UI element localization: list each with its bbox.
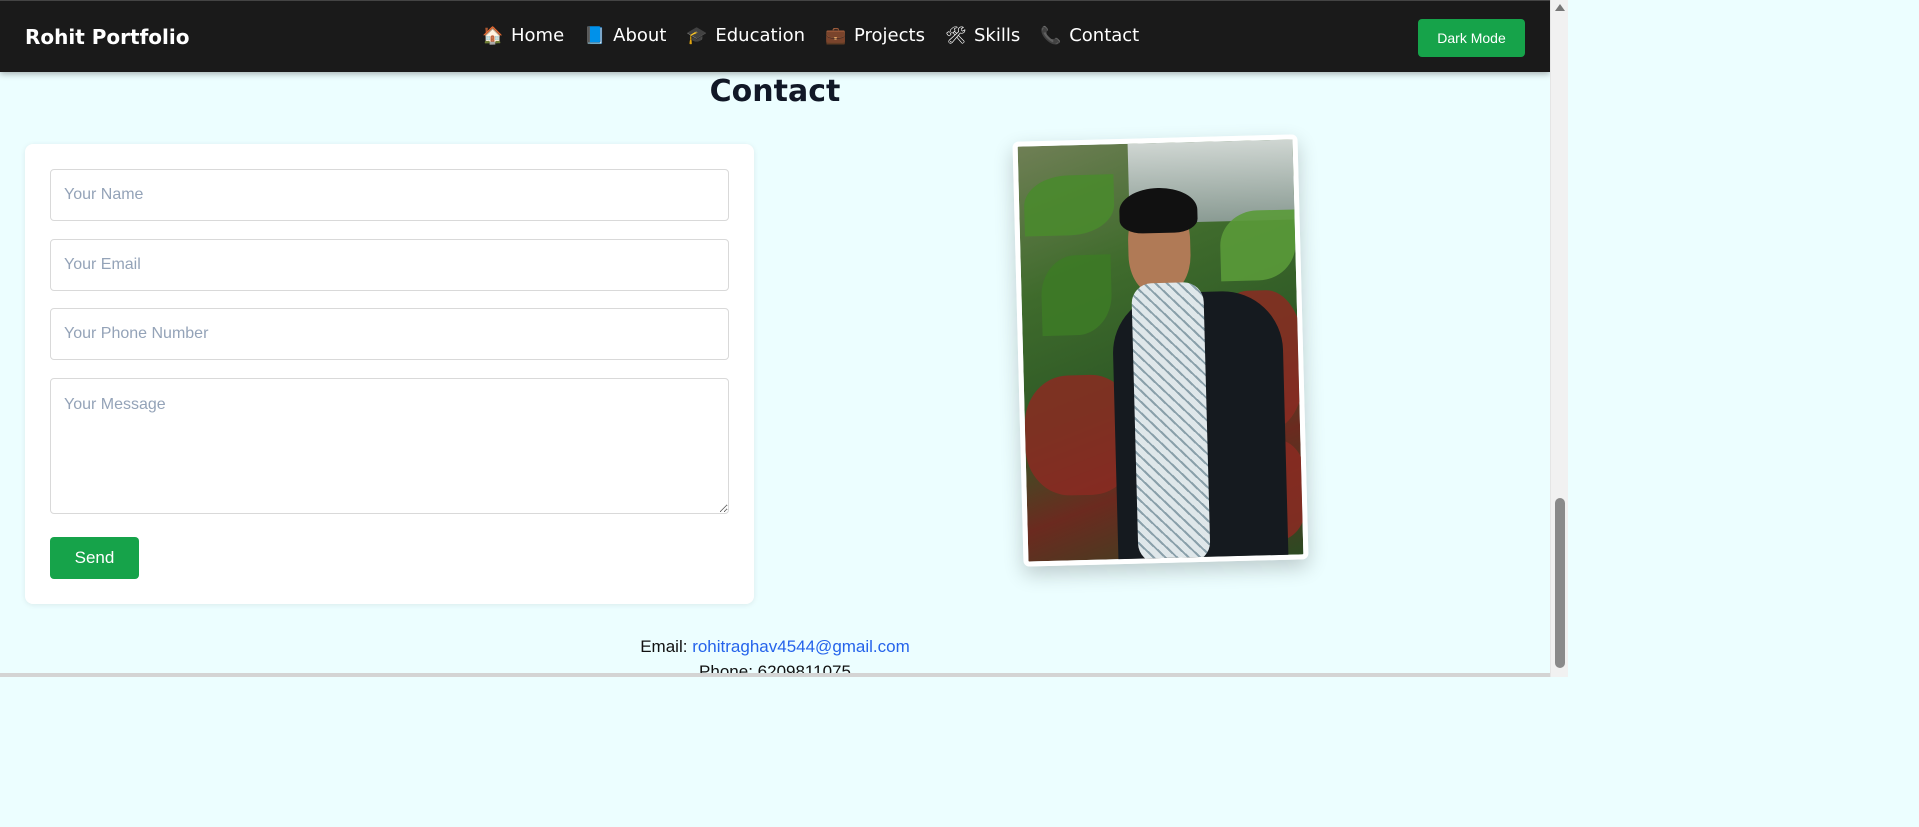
photo-leaf	[1023, 174, 1115, 237]
photo-leaf	[1219, 209, 1297, 282]
profile-photo	[1012, 134, 1309, 567]
nav-item-projects[interactable]: 💼 Projects	[825, 25, 925, 46]
briefcase-icon: 💼	[825, 25, 847, 46]
nav-item-skills[interactable]: 🛠 Skills	[945, 25, 1020, 46]
brand-logo[interactable]: Rohit Portfolio	[25, 25, 189, 49]
scrollbar-thumb[interactable]	[1555, 498, 1565, 668]
nav-item-home[interactable]: 🏠 Home	[482, 25, 564, 46]
nav-item-label: Home	[511, 25, 565, 46]
phone-line: Phone: 6209811075	[0, 659, 1550, 684]
nav-item-label: About	[613, 25, 667, 46]
photo-person-hair	[1118, 186, 1198, 235]
nav-item-label: Projects	[854, 25, 925, 46]
phone-input[interactable]	[50, 308, 729, 360]
top-navbar: Rohit Portfolio 🏠 Home 📘 About 🎓 Educati…	[0, 0, 1550, 72]
tools-icon: 🛠	[944, 25, 967, 46]
email-line: Email: rohitraghav4544@gmail.com	[0, 634, 1550, 659]
email-link[interactable]: rohitraghav4544@gmail.com	[692, 637, 910, 656]
nav-item-label: Skills	[973, 25, 1021, 46]
phone-icon: 📞	[1040, 25, 1062, 46]
nav-item-contact[interactable]: 📞 Contact	[1040, 25, 1139, 46]
phone-value: 6209811075	[757, 662, 851, 681]
send-button[interactable]: Send	[50, 537, 139, 579]
page-title: Contact	[709, 74, 841, 109]
contact-form-card: Send	[25, 144, 754, 604]
nav-item-label: Education	[715, 25, 805, 46]
graduation-cap-icon: 🎓	[686, 25, 708, 46]
photo-leaf	[1040, 254, 1113, 337]
email-label: Email:	[640, 637, 693, 656]
email-input[interactable]	[50, 239, 729, 291]
book-icon: 📘	[584, 25, 606, 46]
dark-mode-button[interactable]: Dark Mode	[1418, 19, 1525, 57]
nav-item-education[interactable]: 🎓 Education	[686, 25, 805, 46]
message-textarea[interactable]	[50, 378, 729, 514]
vertical-scrollbar[interactable]	[1550, 0, 1568, 677]
name-input[interactable]	[50, 169, 729, 221]
nav-item-about[interactable]: 📘 About	[584, 25, 666, 46]
viewport-bottom-edge	[0, 673, 1550, 677]
nav-links: 🏠 Home 📘 About 🎓 Education 💼 Projects 🛠 …	[482, 25, 1159, 46]
scroll-up-arrow-icon[interactable]	[1555, 4, 1565, 11]
phone-label: Phone:	[699, 662, 758, 681]
house-icon: 🏠	[482, 25, 504, 46]
nav-item-label: Contact	[1069, 25, 1140, 46]
photo-person-scarf	[1131, 281, 1211, 564]
